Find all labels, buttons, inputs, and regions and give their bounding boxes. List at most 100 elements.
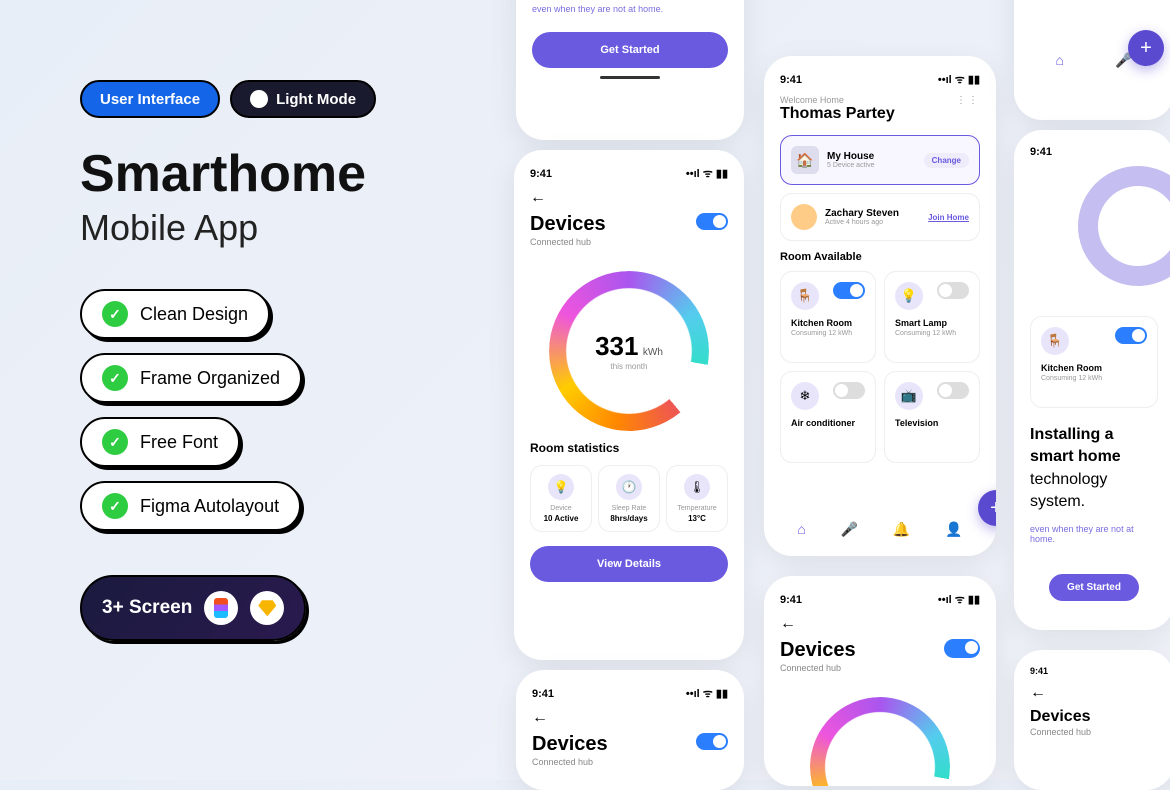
nav-home-icon[interactable]: ⌂ <box>1056 52 1064 69</box>
status-bar: 9:41 ••ıl ᯤ ▮▮ <box>780 72 980 87</box>
change-button[interactable]: Change <box>924 153 969 168</box>
stat-sleep[interactable]: 🕐 Sleep Rate 8hrs/days <box>598 465 660 532</box>
main-title: Smarthome <box>80 146 500 203</box>
status-icons: ••ıl ᯤ ▮▮ <box>938 72 980 87</box>
stat-temp[interactable]: 🌡 Temperature 13°C <box>666 465 728 532</box>
room-ac-partial: Air conditioner <box>1030 0 1091 46</box>
devices-toggle[interactable] <box>696 733 728 750</box>
room-tv[interactable]: 📺 Television <box>884 371 980 463</box>
nav-bell-icon[interactable]: 🔔 <box>893 521 910 538</box>
username: Thomas Partey <box>780 105 895 123</box>
menu-dots-icon[interactable]: ⋮⋮ <box>956 95 980 106</box>
main-subtitle: Mobile App <box>80 207 500 249</box>
screen-partial-rooms: Air conditioner Television ⌂ 🎤 + <box>1014 0 1170 120</box>
avatar <box>791 204 817 230</box>
onboard-subtext: even when they are not at home. <box>1030 524 1158 544</box>
check-icon: ✓ <box>102 429 128 455</box>
status-icons: ••ıl ᯤ ▮▮ <box>686 166 728 181</box>
energy-gauge <box>810 697 950 786</box>
devices-title: Devices <box>530 213 606 236</box>
gauge-ring <box>810 697 950 786</box>
nav-home-icon[interactable]: ⌂ <box>797 521 805 538</box>
screen-devices-partial2: 9:41 ••ıl ᯤ ▮▮ ← Devices Connected hub <box>516 670 744 790</box>
stats-title: Room statistics <box>530 441 728 455</box>
install-heading: Installing a smart home technology syste… <box>1030 424 1158 514</box>
room-kitchen[interactable]: 🪑 Kitchen Room Consuming 12 kWh <box>780 271 876 363</box>
sketch-icon <box>250 591 284 625</box>
room-grid: 🪑 Kitchen Room Consuming 12 kWh 💡 Smart … <box>780 271 980 463</box>
room-toggle[interactable] <box>833 282 865 299</box>
feature-organized: ✓Frame Organized <box>80 353 302 403</box>
status-time: 9:41 <box>780 594 802 606</box>
nav-profile-icon[interactable]: 👤 <box>945 521 962 538</box>
nav-mic-icon[interactable]: 🎤 <box>841 521 858 538</box>
room-lamp[interactable]: 💡 Smart Lamp Consuming 12 kWh <box>884 271 980 363</box>
lamp-icon: 💡 <box>895 282 923 310</box>
room-kitchen-card[interactable]: 🪑 Kitchen Room Consuming 12 kWh <box>1030 316 1158 408</box>
devices-toggle[interactable] <box>944 639 980 658</box>
thermometer-icon: 🌡 <box>684 474 710 500</box>
status-time: 9:41 <box>1030 146 1052 158</box>
room-toggle[interactable] <box>833 382 865 399</box>
screen-onboarding: 9:41 🪑 Kitchen Room Consuming 12 kWh Ins… <box>1014 130 1170 630</box>
screen-devices-partial: 9:41 ••ıl ᯤ ▮▮ ← Devices Connected hub <box>764 576 996 786</box>
stat-device[interactable]: 💡 Device 10 Active <box>530 465 592 532</box>
energy-gauge: 331 kWh this month <box>549 271 709 431</box>
room-toggle[interactable] <box>937 282 969 299</box>
room-ac[interactable]: ❄ Air conditioner <box>780 371 876 463</box>
add-fab[interactable]: + <box>978 490 996 526</box>
status-time: 9:41 <box>532 688 554 700</box>
sun-icon <box>250 90 268 108</box>
devices-subtitle: Connected hub <box>530 237 606 247</box>
status-bar: 9:41 ••ıl ᯤ ▮▮ <box>530 166 728 181</box>
feature-clean: ✓Clean Design <box>80 289 270 339</box>
view-details-button[interactable]: View Details <box>530 546 728 582</box>
devices-subtitle: Connected hub <box>532 757 608 767</box>
screen-count-badge: 3+ Screen <box>80 575 306 641</box>
back-button[interactable]: ← <box>1030 684 1046 702</box>
room-available-title: Room Available <box>780 251 980 263</box>
ac-icon: ❄ <box>791 382 819 410</box>
devices-title: Devices <box>532 733 608 756</box>
get-started-button[interactable]: Get Started <box>1049 574 1139 601</box>
status-bar: 9:41 <box>1030 666 1158 676</box>
screen-home: 9:41 ••ıl ᯤ ▮▮ Welcome Home Thomas Parte… <box>764 56 996 556</box>
room-toggle[interactable] <box>937 382 969 399</box>
home-card-zachary[interactable]: Zachary Steven Active 4 hours ago Join H… <box>780 193 980 241</box>
tv-icon: 📺 <box>895 382 923 410</box>
devices-subtitle: Connected hub <box>780 663 856 673</box>
gauge-illustration <box>1078 166 1170 286</box>
feature-font: ✓Free Font <box>80 417 240 467</box>
house-icon: 🏠 <box>791 146 819 174</box>
feature-autolayout: ✓Figma Autolayout <box>80 481 301 531</box>
status-bar: 9:41 <box>1030 146 1158 158</box>
gauge-period: this month <box>595 362 663 371</box>
get-started-button[interactable]: Get Started <box>532 32 728 68</box>
chair-icon: 🪑 <box>1041 327 1069 355</box>
back-button[interactable]: ← <box>532 709 548 727</box>
home-indicator <box>600 76 660 79</box>
status-icons: ••ıl ᯤ ▮▮ <box>938 592 980 607</box>
join-home-link[interactable]: Join Home <box>928 213 969 222</box>
check-icon: ✓ <box>102 493 128 519</box>
lamp-icon: 💡 <box>548 474 574 500</box>
check-icon: ✓ <box>102 301 128 327</box>
gauge-value: 331 <box>595 331 638 361</box>
bottom-nav: ⌂ 🎤 🔔 👤 <box>780 515 980 544</box>
add-fab[interactable]: + <box>1128 30 1164 66</box>
devices-toggle[interactable] <box>696 213 728 230</box>
devices-title: Devices <box>1030 708 1158 726</box>
status-time: 9:41 <box>1030 666 1048 676</box>
tag-lightmode: Light Mode <box>230 80 376 118</box>
gauge-unit: kWh <box>643 347 663 358</box>
screen-devices-partial3: 9:41 ← Devices Connected hub <box>1014 650 1170 790</box>
room-toggle[interactable] <box>1115 327 1147 344</box>
home-card-myhouse[interactable]: 🏠 My House 5 Device active Change <box>780 135 980 185</box>
tag-row: User Interface Light Mode <box>80 80 500 118</box>
back-button[interactable]: ← <box>780 615 796 633</box>
devices-title: Devices <box>780 639 856 662</box>
status-bar: 9:41 ••ıl ᯤ ▮▮ <box>532 686 728 701</box>
screen-onboarding-partial: even when they are not at home. Get Star… <box>516 0 744 140</box>
back-button[interactable]: ← <box>530 189 546 207</box>
check-icon: ✓ <box>102 365 128 391</box>
